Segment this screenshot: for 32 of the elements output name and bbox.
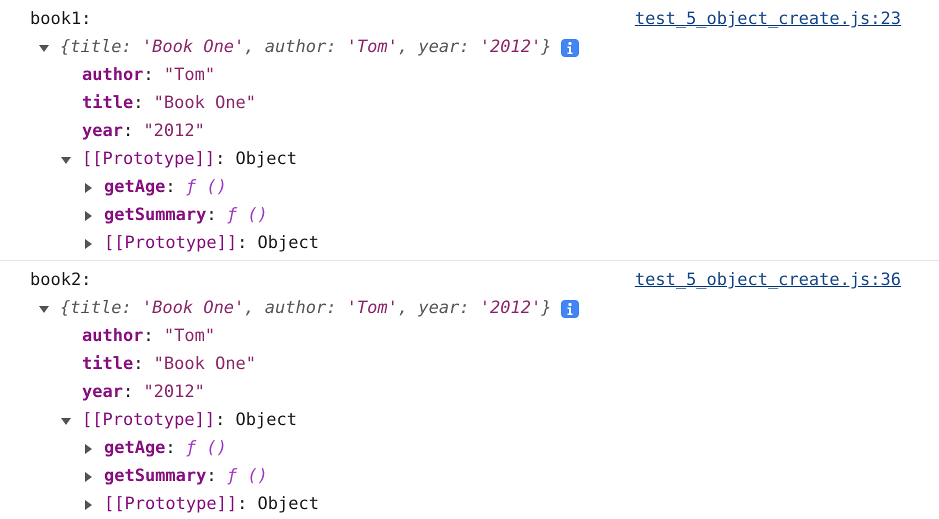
property-text: year: "2012" (82, 381, 205, 404)
expand-triangle-icon[interactable] (38, 42, 50, 54)
property-text: year: "2012" (82, 120, 205, 144)
object-summary[interactable]: {title: 'Book One', author: 'Tom', year: '2012'} (60, 35, 552, 61)
property-text[interactable]: getAge: ƒ () (104, 175, 227, 201)
collapse-triangle-icon[interactable] (82, 471, 94, 483)
info-icon[interactable] (561, 300, 580, 318)
property-text[interactable]: [[Prototype]]: Object (82, 147, 297, 173)
property-text[interactable]: getAge: ƒ () (104, 436, 227, 462)
expand-triangle-icon[interactable] (60, 154, 72, 166)
collapse-triangle-icon[interactable] (82, 238, 94, 250)
property-text: author: "Tom" (82, 64, 216, 88)
log-label: book2: (30, 269, 92, 292)
property-text[interactable]: [[Prototype]]: Object (82, 408, 297, 434)
expand-triangle-icon[interactable] (60, 415, 72, 427)
collapse-triangle-icon[interactable] (82, 499, 94, 511)
object-summary[interactable]: {title: 'Book One', author: 'Tom', year: '2012'} (60, 296, 552, 322)
collapse-triangle-icon[interactable] (82, 210, 94, 222)
property-text[interactable]: [[Prototype]]: Object (104, 231, 319, 257)
property-text[interactable]: [[Prototype]]: Object (104, 492, 319, 518)
source-link[interactable]: test_5_object_create.js:23 (634, 7, 901, 33)
property-text: title: "Book One" (82, 92, 256, 116)
source-link[interactable]: test_5_object_create.js:36 (634, 268, 901, 294)
expand-triangle-icon[interactable] (38, 303, 50, 315)
property-text[interactable]: getSummary: ƒ () (104, 203, 268, 229)
info-icon[interactable] (561, 39, 580, 57)
log-label: book1: (30, 8, 92, 32)
property-text[interactable]: getSummary: ƒ () (104, 464, 268, 490)
collapse-triangle-icon[interactable] (82, 182, 94, 194)
property-text: author: "Tom" (82, 325, 216, 348)
property-text: title: "Book One" (82, 353, 256, 376)
collapse-triangle-icon[interactable] (82, 443, 94, 455)
